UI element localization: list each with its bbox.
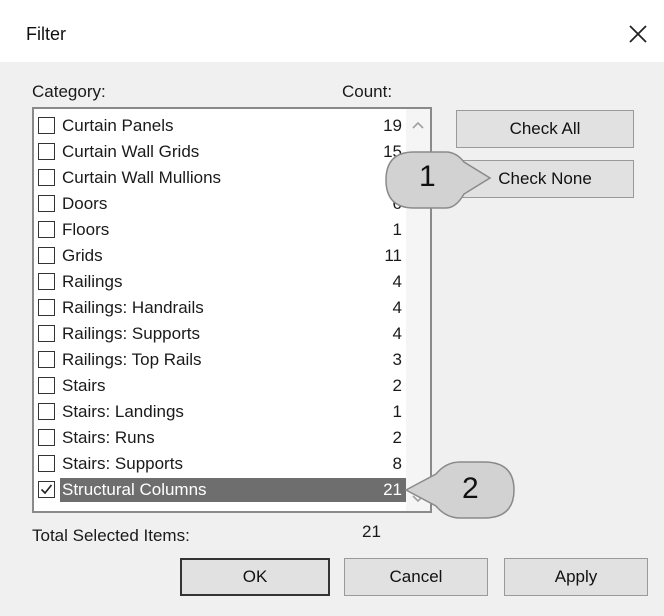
list-item-count: 2 bbox=[392, 428, 402, 447]
list-item-checkbox[interactable] bbox=[38, 273, 55, 290]
list-item-label: Stairs: Runs bbox=[62, 428, 155, 447]
list-item-count: 8 bbox=[392, 454, 402, 473]
list-item-label: Structural Columns bbox=[62, 480, 207, 499]
apply-label: Apply bbox=[554, 567, 598, 586]
list-item-label: Railings: Handrails bbox=[62, 298, 204, 317]
list-item[interactable]: Railings: Supports 4 bbox=[36, 321, 408, 347]
list-item[interactable]: Railings: Handrails 4 bbox=[36, 295, 408, 321]
apply-button[interactable]: Apply bbox=[504, 558, 648, 596]
list-item[interactable]: Doors6 bbox=[36, 191, 408, 217]
list-item-checkbox[interactable] bbox=[38, 195, 55, 212]
list-item[interactable]: Grids 11 bbox=[36, 243, 408, 269]
dialog-title: Filter bbox=[26, 24, 66, 44]
close-button[interactable] bbox=[620, 16, 656, 52]
title-bar: Filter bbox=[0, 0, 664, 62]
list-item-count: 1 bbox=[392, 402, 402, 421]
list-item[interactable]: Stairs: Runs 2 bbox=[36, 425, 408, 451]
check-all-button[interactable]: Check All bbox=[456, 110, 634, 148]
ok-button[interactable]: OK bbox=[180, 558, 330, 596]
callout-1-shape bbox=[385, 151, 492, 209]
list-item[interactable]: Curtain Panels 19 bbox=[36, 113, 408, 139]
list-item-label: Curtain Panels bbox=[62, 116, 174, 135]
list-item[interactable]: Stairs: Landings 1 bbox=[36, 399, 408, 425]
list-item-checkbox[interactable] bbox=[38, 429, 55, 446]
list-item-label: Railings bbox=[62, 272, 123, 291]
list-item-count: 4 bbox=[392, 272, 402, 291]
scroll-up-button[interactable] bbox=[406, 113, 430, 137]
list-item-count: 21 bbox=[383, 480, 402, 499]
list-item-label: Grids bbox=[62, 246, 103, 265]
list-item-checkbox[interactable] bbox=[38, 221, 55, 238]
count-header: Count: bbox=[342, 82, 393, 101]
list-item[interactable]: Structural Columns 21 bbox=[36, 477, 408, 503]
callout-2-shape bbox=[404, 461, 515, 519]
chevron-up-icon bbox=[412, 121, 424, 129]
list-item-checkbox[interactable] bbox=[38, 117, 55, 134]
list-item[interactable]: Curtain Wall Mullions2: bbox=[36, 165, 408, 191]
list-item-label: Stairs: Supports bbox=[62, 454, 183, 473]
list-item-checkbox[interactable] bbox=[38, 299, 55, 316]
list-item-count: 11 bbox=[384, 246, 402, 265]
list-item-count: 2 bbox=[392, 376, 402, 395]
list-item-checkbox[interactable] bbox=[38, 455, 55, 472]
list-item-checkbox[interactable] bbox=[38, 143, 55, 160]
list-item[interactable]: Curtain Wall Grids 15 bbox=[36, 139, 408, 165]
list-item-count: 1 bbox=[392, 220, 402, 239]
list-item-label: Stairs bbox=[62, 376, 106, 395]
cancel-label: Cancel bbox=[389, 567, 443, 586]
list-item[interactable]: Stairs 2 bbox=[36, 373, 408, 399]
list-item-checkbox[interactable] bbox=[38, 403, 55, 420]
checkmark-icon bbox=[40, 484, 53, 495]
filter-dialog: Filter Category: Count: Curtain Panels 19… bbox=[0, 0, 664, 616]
list-item[interactable]: Railings: Top Rails 3 bbox=[36, 347, 408, 373]
list-item-count: 19 bbox=[383, 116, 402, 135]
check-all-label: Check All bbox=[509, 119, 581, 138]
total-selected-label: Total Selected Items: bbox=[32, 526, 190, 545]
list-item-count: 4 bbox=[392, 324, 402, 343]
list-item-label: Railings: Supports bbox=[62, 324, 200, 343]
callout-2-label: 2 bbox=[462, 472, 479, 505]
category-header: Category: bbox=[32, 82, 106, 101]
list-item-label: Curtain Wall Grids bbox=[62, 142, 200, 161]
list-item-label: Curtain Wall Mullions bbox=[62, 168, 222, 187]
list-item-label: Doors bbox=[62, 194, 108, 213]
callout-1-label: 1 bbox=[419, 160, 436, 193]
list-item-checkbox[interactable] bbox=[38, 325, 55, 342]
ok-label: OK bbox=[242, 567, 268, 586]
close-icon bbox=[629, 25, 647, 43]
list-item[interactable]: Stairs: Supports 8 bbox=[36, 451, 408, 477]
list-item[interactable]: Floors 1 bbox=[36, 217, 408, 243]
category-list[interactable]: Curtain Panels 19 Curtain Wall Grids 15 Curt… bbox=[32, 107, 432, 513]
list-item-count: 4 bbox=[392, 298, 402, 317]
list-item-checkbox[interactable] bbox=[38, 247, 55, 264]
list-item-checkbox[interactable] bbox=[38, 377, 55, 394]
list-item-checkbox[interactable] bbox=[38, 481, 55, 498]
list-item-label: Stairs: Landings bbox=[62, 402, 184, 421]
list-item-label: Floors bbox=[62, 220, 110, 239]
check-none-label: Check None bbox=[498, 169, 592, 188]
cancel-button[interactable]: Cancel bbox=[344, 558, 488, 596]
list-item-checkbox[interactable] bbox=[38, 351, 55, 368]
list-item-checkbox[interactable] bbox=[38, 169, 55, 186]
total-selected-value: 21 bbox=[362, 522, 381, 541]
list-item[interactable]: Railings 4 bbox=[36, 269, 408, 295]
list-item-label: Railings: Top Rails bbox=[62, 350, 202, 369]
list-item-count: 3 bbox=[392, 350, 402, 369]
